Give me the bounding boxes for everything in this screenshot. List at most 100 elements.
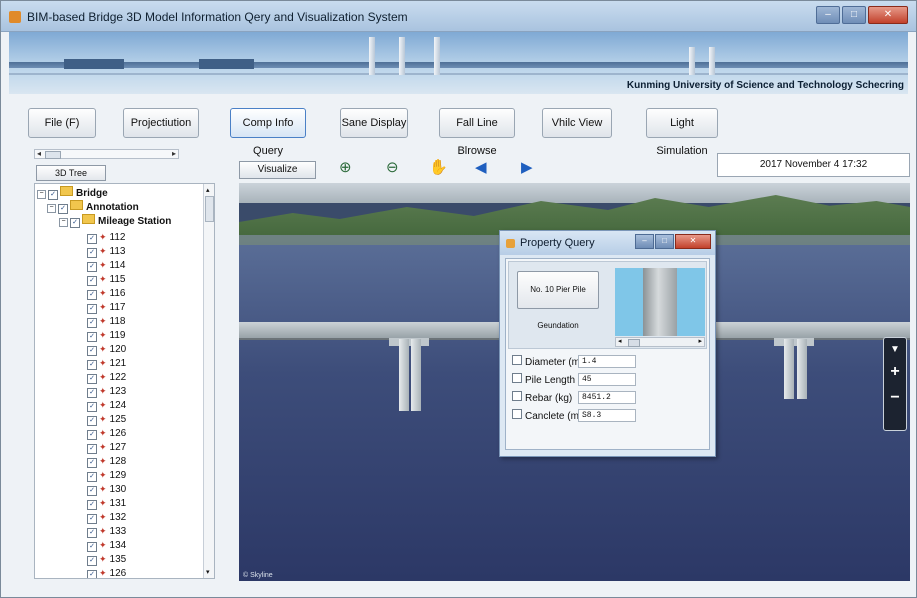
tree-node-station[interactable]: ✓ ✦ 122: [87, 370, 126, 384]
property-checkbox[interactable]: [512, 355, 522, 365]
close-button[interactable]: ✕: [868, 6, 908, 24]
tree-node-station[interactable]: ✓ ✦ 115: [87, 272, 126, 286]
checkbox[interactable]: ✓: [87, 248, 97, 258]
property-checkbox[interactable]: [512, 391, 522, 401]
checkbox[interactable]: ✓: [87, 430, 97, 440]
preview-scrollbar[interactable]: ◂ ▸: [615, 337, 705, 347]
checkbox[interactable]: ✓: [87, 290, 97, 300]
collapse-icon[interactable]: −: [47, 204, 56, 213]
checkbox[interactable]: ✓: [87, 458, 97, 468]
checkbox[interactable]: ✓: [87, 416, 97, 426]
pile-foundation-button[interactable]: No. 10 Pier Pile Geundation: [517, 271, 599, 330]
bridge-pier[interactable]: [797, 339, 807, 399]
tree-node-station[interactable]: ✓ ✦ 135: [87, 552, 126, 566]
zoom-in-icon[interactable]: ⊕: [339, 159, 352, 177]
comp-info-query-button[interactable]: Comp Info Query: [230, 108, 306, 157]
pan-hand-icon[interactable]: ✋: [429, 159, 448, 177]
tree-node-station[interactable]: ✓ ✦ 128: [87, 454, 126, 468]
checkbox[interactable]: ✓: [87, 486, 97, 496]
tree-node-station[interactable]: ✓ ✦ 113: [87, 244, 126, 258]
checkbox[interactable]: ✓: [58, 204, 68, 214]
tree-node-station[interactable]: ✓ ✦ 119: [87, 328, 126, 342]
collapse-icon[interactable]: −: [59, 218, 68, 227]
vehicle-view-button[interactable]: Vhilc View: [542, 108, 612, 138]
checkbox[interactable]: ✓: [87, 472, 97, 482]
property-checkbox[interactable]: [512, 373, 522, 383]
checkbox[interactable]: ✓: [87, 234, 97, 244]
arrow-right-icon[interactable]: ▶: [521, 159, 533, 177]
tree-info-button[interactable]: 3D Tree Information: [36, 165, 106, 192]
dialog-close-button[interactable]: ✕: [675, 234, 711, 249]
tree-node-bridge[interactable]: − ✓ Bridge: [37, 186, 108, 200]
checkbox[interactable]: ✓: [87, 388, 97, 398]
tree-node-station[interactable]: ✓ ✦ 133: [87, 524, 126, 538]
visualize-button[interactable]: Visualize: [239, 161, 316, 179]
tree-node-station[interactable]: ✓ ✦ 114: [87, 258, 126, 272]
tree-node-station[interactable]: ✓ ✦ 129: [87, 468, 126, 482]
checkbox[interactable]: ✓: [87, 570, 97, 578]
minimize-button[interactable]: –: [816, 6, 840, 24]
tree-node-station[interactable]: ✓ ✦ 124: [87, 398, 126, 412]
concrete-field[interactable]: S8.3: [578, 409, 636, 422]
tree-node-station[interactable]: ✓ ✦ 125: [87, 412, 126, 426]
tree-node-station[interactable]: ✓ ✦ 121: [87, 356, 126, 370]
diameter-field[interactable]: 1.4: [578, 355, 636, 368]
checkbox[interactable]: ✓: [48, 190, 58, 200]
tree-node-annotation[interactable]: − ✓ Annotation: [47, 200, 139, 214]
compass-icon[interactable]: ▼: [884, 344, 906, 355]
checkbox[interactable]: ✓: [87, 374, 97, 384]
zoom-out-icon[interactable]: ⊖: [386, 159, 399, 177]
tree-node-station[interactable]: ✓ ✦ 132: [87, 510, 126, 524]
scroll-down-icon[interactable]: ▾: [206, 568, 210, 576]
zoom-plus-icon[interactable]: +: [884, 363, 906, 381]
checkbox[interactable]: ✓: [70, 218, 80, 228]
property-query-dialog[interactable]: Property Query – □ ✕ No. 10 Pier Pile Ge…: [499, 230, 716, 457]
scene-display-button[interactable]: Sane Display: [340, 108, 408, 138]
maximize-button[interactable]: □: [842, 6, 866, 24]
scroll-right-icon[interactable]: ▸: [172, 149, 176, 158]
navigation-control[interactable]: ▼ + −: [883, 337, 907, 431]
property-checkbox[interactable]: [512, 409, 522, 419]
bridge-pier[interactable]: [399, 339, 409, 411]
tree-node-station[interactable]: ✓ ✦ 131: [87, 496, 126, 510]
collapse-icon[interactable]: −: [37, 190, 46, 199]
tree-node-station[interactable]: ✓ ✦ 118: [87, 314, 126, 328]
checkbox[interactable]: ✓: [87, 360, 97, 370]
dialog-minimize-button[interactable]: –: [635, 234, 654, 249]
checkbox[interactable]: ✓: [87, 528, 97, 538]
tree-node-station[interactable]: ✓ ✦ 134: [87, 538, 126, 552]
tree-node-station[interactable]: ✓ ✦ 130: [87, 482, 126, 496]
tree-node-station[interactable]: ✓ ✦ 127: [87, 440, 126, 454]
checkbox[interactable]: ✓: [87, 276, 97, 286]
zoom-minus-icon[interactable]: −: [884, 389, 906, 407]
file-menu-button[interactable]: File (F): [28, 108, 96, 138]
tree-vertical-scrollbar[interactable]: ▴ ▾: [203, 184, 214, 578]
tree-node-station[interactable]: ✓ ✦ 112: [87, 230, 126, 244]
title-bar[interactable]: BIM-based Bridge 3D Model Information Qe…: [1, 1, 916, 32]
tree-node-station[interactable]: ✓ ✦ 126: [87, 566, 126, 578]
scroll-left-icon[interactable]: ◂: [37, 149, 41, 158]
tree-node-station[interactable]: ✓ ✦ 116: [87, 286, 126, 300]
scroll-thumb[interactable]: [205, 196, 214, 222]
tree-node-mileage-station[interactable]: − ✓ Mileage Station: [59, 214, 171, 228]
checkbox[interactable]: ✓: [87, 262, 97, 272]
scroll-up-icon[interactable]: ▴: [206, 186, 210, 194]
checkbox[interactable]: ✓: [87, 318, 97, 328]
dialog-title-bar[interactable]: Property Query – □ ✕: [500, 231, 715, 255]
rebar-field[interactable]: 8451.2: [578, 391, 636, 404]
tree-node-station[interactable]: ✓ ✦ 126: [87, 426, 126, 440]
bridge-pier[interactable]: [411, 339, 421, 411]
projection-button[interactable]: Projectiution: [123, 108, 199, 138]
scroll-thumb[interactable]: [628, 339, 640, 347]
tree-view[interactable]: − ✓ Bridge − ✓ Annotation − ✓ Mileage Station …: [34, 183, 215, 579]
fall-line-browse-button[interactable]: Fall Line Blrowse: [439, 108, 515, 157]
pile-length-field[interactable]: 45: [578, 373, 636, 386]
checkbox[interactable]: ✓: [87, 500, 97, 510]
checkbox[interactable]: ✓: [87, 542, 97, 552]
checkbox[interactable]: ✓: [87, 304, 97, 314]
tree-node-station[interactable]: ✓ ✦ 117: [87, 300, 126, 314]
bridge-pier[interactable]: [784, 339, 794, 399]
scroll-left-icon[interactable]: ◂: [618, 337, 622, 345]
scroll-thumb[interactable]: [45, 151, 61, 159]
checkbox[interactable]: ✓: [87, 444, 97, 454]
